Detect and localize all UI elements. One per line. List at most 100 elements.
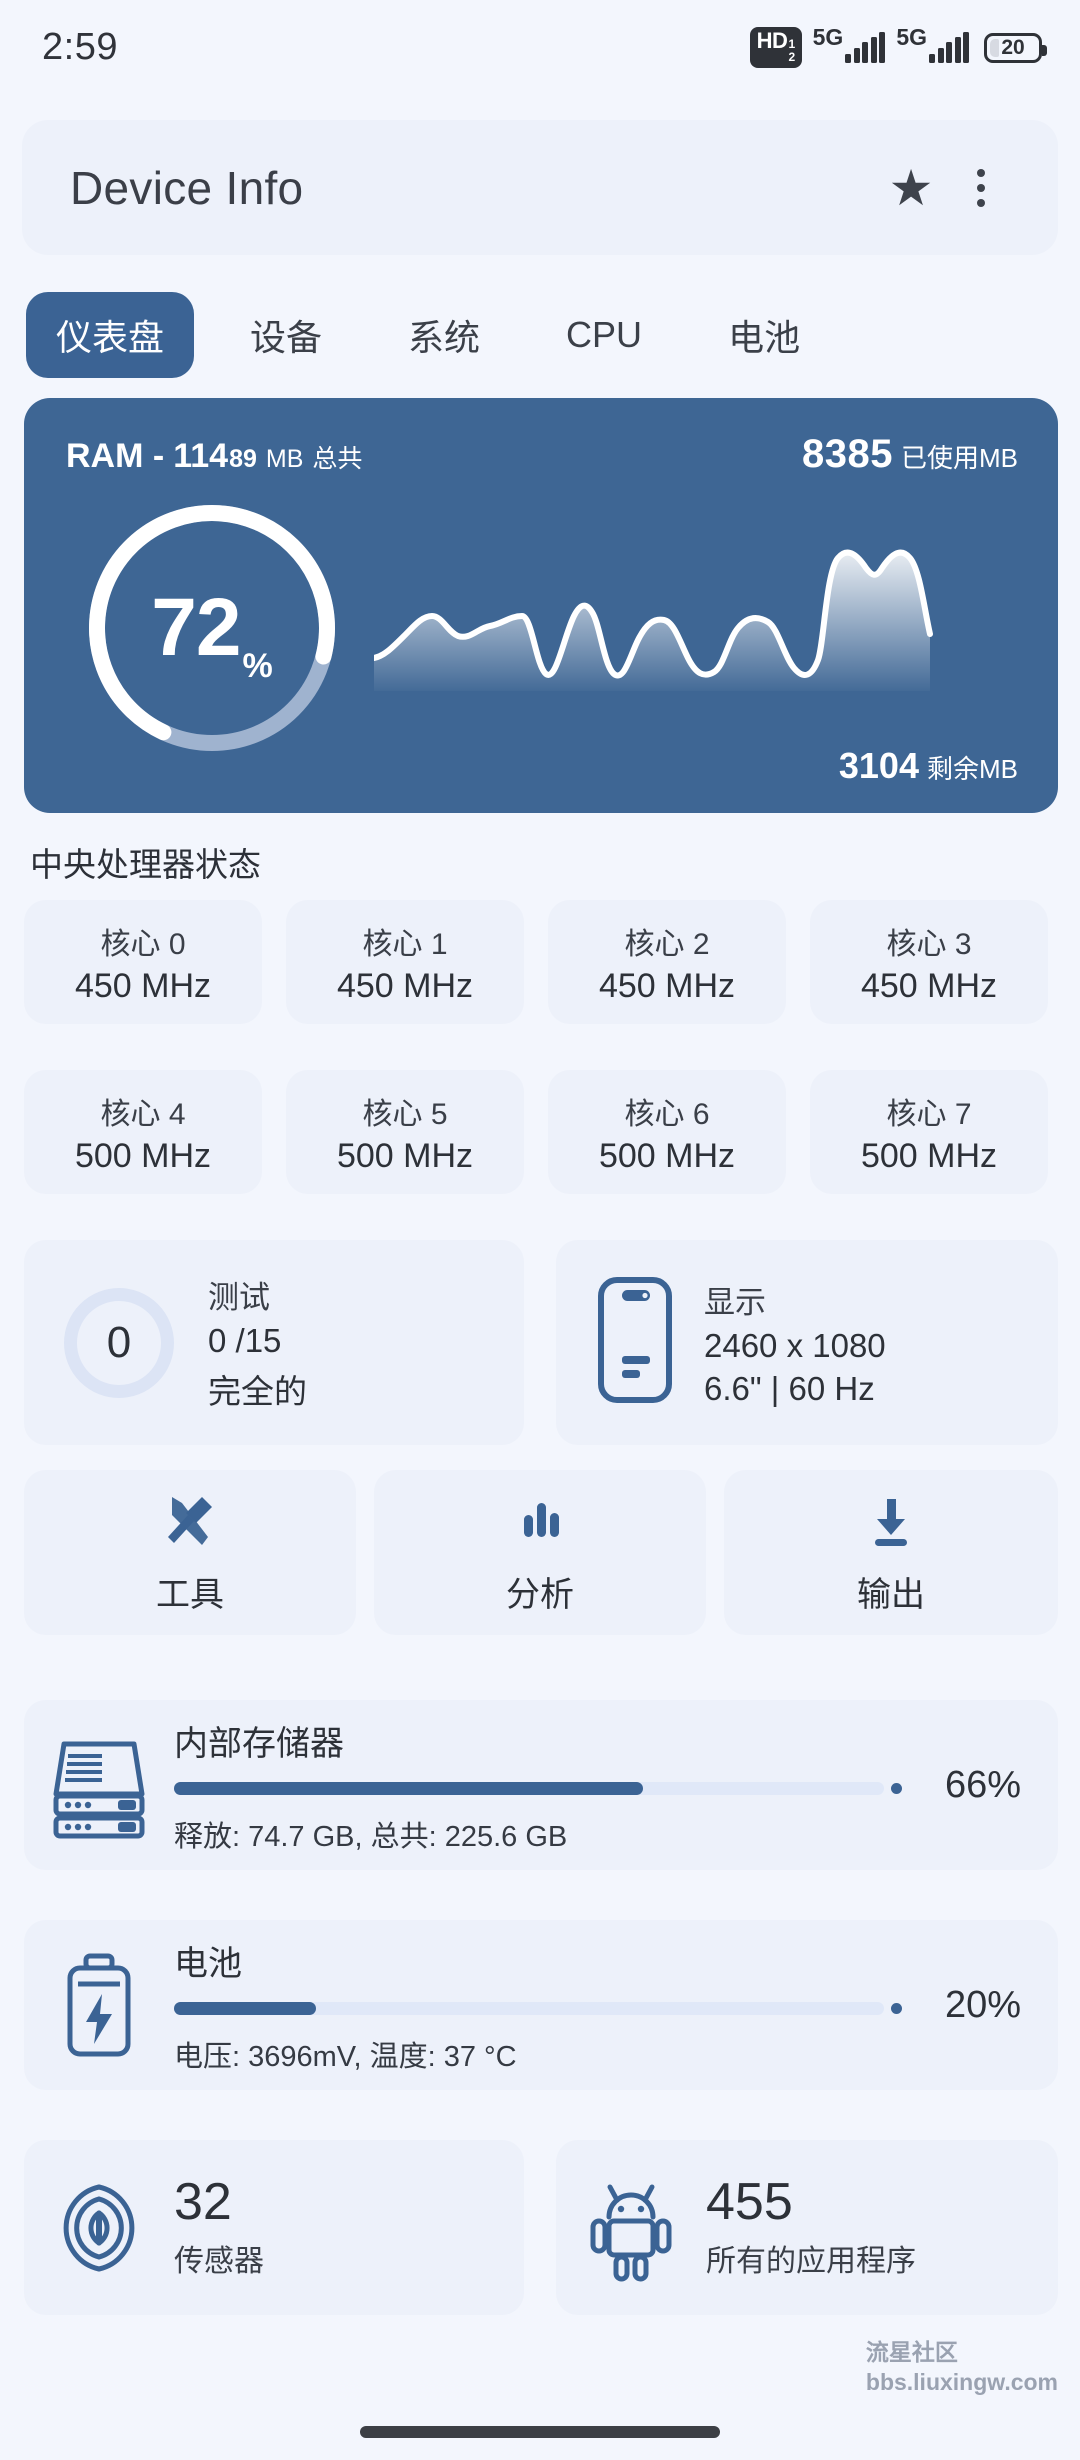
apps-text: 455 所有的应用程序 <box>706 2175 916 2280</box>
app-bar: Device Info ★ <box>22 120 1058 255</box>
sensors-label: 传感器 <box>174 2244 264 2278</box>
core-card-0[interactable]: 核心 0 450 MHz <box>24 900 262 1024</box>
status-clock: 2:59 <box>42 26 118 68</box>
tab-device[interactable]: 设备 <box>220 292 352 378</box>
battery-progress[interactable] <box>174 1999 902 2019</box>
home-gesture-pill[interactable] <box>360 2426 720 2438</box>
core-card-6[interactable]: 核心 6 500 MHz <box>548 1070 786 1194</box>
internal-storage-card[interactable]: 内部存储器 释放: 74.7 GB, 总共: 225.6 GB 66% <box>24 1700 1058 1870</box>
core-freq: 450 MHz <box>598 966 736 1005</box>
ram-card-header: RAM - 114 89 MB 总共 8385 已使用MB <box>66 432 1018 477</box>
analysis-button[interactable]: 分析 <box>374 1470 706 1635</box>
core-freq: 450 MHz <box>860 966 998 1005</box>
core-name: 核心 2 <box>624 927 710 961</box>
star-icon[interactable]: ★ <box>876 153 946 223</box>
status-bar: 2:59 HD 1 2 5G 5G 20 <box>0 0 1080 95</box>
analysis-label: 分析 <box>506 1576 574 1614</box>
ram-free-label: 剩余MB <box>926 754 1018 784</box>
sensors-text: 32 传感器 <box>174 2175 264 2280</box>
battery-percent: 20% <box>944 1983 1022 2026</box>
ram-free: 3104 剩余MB <box>839 745 1018 787</box>
tab-system[interactable]: 系统 <box>378 292 510 378</box>
ram-gauge: 72 % <box>82 498 342 758</box>
battery-card[interactable]: 电池 电压: 3696mV, 温度: 37 °C 20% <box>24 1920 1058 2090</box>
tools-button[interactable]: 工具 <box>24 1470 356 1635</box>
tools-icon <box>168 1497 212 1545</box>
hd-voice-icon: HD 1 2 <box>749 27 802 68</box>
battery-detail: 电压: 3696mV, 温度: 37 °C <box>174 2040 517 2073</box>
core-card-7[interactable]: 核心 7 500 MHz <box>810 1070 1048 1194</box>
tab-cpu[interactable]: CPU <box>536 292 672 378</box>
tab-battery[interactable]: 电池 <box>698 292 830 378</box>
sensors-count: 32 <box>174 2173 232 2232</box>
test-card[interactable]: 0 测试 0 /15 完全的 <box>24 1240 524 1445</box>
display-card-text: 显示 2460 x 1080 6.6" | 60 Hz <box>704 1277 886 1408</box>
core-name: 核心 3 <box>886 927 972 961</box>
network-type-2: 5G <box>896 23 927 50</box>
page-title: Device Info <box>70 161 304 214</box>
ram-total-unit: MB <box>265 445 304 473</box>
apps-card[interactable]: 455 所有的应用程序 <box>556 2140 1058 2315</box>
core-card-4[interactable]: 核心 4 500 MHz <box>24 1070 262 1194</box>
ram-total-label: 总共 <box>312 445 363 473</box>
core-name: 核心 7 <box>886 1097 972 1131</box>
app-screen: 2:59 HD 1 2 5G 5G 20 Device Info ★ 仪表盘 设… <box>0 0 1080 2460</box>
core-freq: 500 MHz <box>598 1136 736 1175</box>
export-button[interactable]: 输出 <box>724 1470 1058 1635</box>
storage-progress-dot <box>891 1783 902 1794</box>
storage-detail: 释放: 74.7 GB, 总共: 225.6 GB <box>174 1820 568 1853</box>
signal-bars-2 <box>929 31 969 63</box>
core-freq: 450 MHz <box>74 966 212 1005</box>
storage-progress[interactable] <box>174 1779 902 1799</box>
core-card-3[interactable]: 核心 3 450 MHz <box>810 900 1048 1024</box>
core-freq: 500 MHz <box>336 1136 474 1175</box>
overflow-menu-icon[interactable] <box>946 153 1016 223</box>
signal-bars-1 <box>845 31 886 63</box>
network-type-1: 5G <box>812 23 844 50</box>
core-freq: 450 MHz <box>336 966 474 1005</box>
ram-prefix: RAM - <box>66 437 165 475</box>
storage-icon <box>24 1730 174 1840</box>
ram-total: RAM - 114 89 MB 总共 <box>66 437 362 476</box>
ram-percent-symbol: % <box>242 647 273 685</box>
test-ring-value: 0 <box>106 1317 132 1367</box>
core-name: 核心 1 <box>362 927 448 961</box>
core-name: 核心 0 <box>100 927 186 961</box>
ram-free-value: 3104 <box>838 745 919 786</box>
sensor-icon <box>24 2173 174 2283</box>
ram-used: 8385 已使用MB <box>802 432 1018 477</box>
battery-status-icon: 20 <box>984 32 1047 63</box>
test-card-text: 测试 0 /15 完全的 <box>208 1272 307 1413</box>
storage-percent: 66% <box>944 1763 1022 1806</box>
system-nav-bar[interactable] <box>0 2426 1080 2438</box>
ram-percent-value: 72 <box>151 582 241 673</box>
apps-label: 所有的应用程序 <box>706 2244 916 2278</box>
ram-history-chart <box>371 516 1034 726</box>
signal-sim2: 5G <box>896 25 969 63</box>
cpu-section-title: 中央处理器状态 <box>30 846 261 883</box>
tab-bar: 仪表盘 设备 系统 CPU 电池 <box>26 292 1056 378</box>
tab-dashboard[interactable]: 仪表盘 <box>26 292 195 378</box>
core-card-1[interactable]: 核心 1 450 MHz <box>286 900 524 1024</box>
download-icon <box>875 1499 907 1546</box>
sensors-card[interactable]: 32 传感器 <box>24 2140 524 2315</box>
battery-progress-dot <box>891 2003 902 2014</box>
watermark-line1: 流星社区 <box>865 2339 958 2366</box>
storage-title: 内部存储器 <box>174 1724 344 1763</box>
ram-total-minor: 89 <box>229 445 257 473</box>
tools-label: 工具 <box>156 1576 224 1614</box>
ram-card[interactable]: RAM - 114 89 MB 总共 8385 已使用MB 72 % 3104 … <box>24 398 1058 813</box>
test-progress-ring: 0 <box>64 1287 174 1398</box>
core-freq: 500 MHz <box>860 1136 998 1175</box>
display-card[interactable]: 显示 2460 x 1080 6.6" | 60 Hz <box>556 1240 1058 1445</box>
test-title: 测试 <box>208 1280 270 1315</box>
signal-sim1: 5G <box>813 25 886 63</box>
core-card-5[interactable]: 核心 5 500 MHz <box>286 1070 524 1194</box>
display-resolution: 2460 x 1080 <box>704 1327 886 1364</box>
core-freq: 500 MHz <box>74 1136 212 1175</box>
ram-used-value: 8385 <box>802 432 893 476</box>
test-status: 完全的 <box>208 1373 307 1410</box>
test-count: 0 /15 <box>208 1322 282 1359</box>
battery-status-level: 20 <box>1001 35 1025 59</box>
core-card-2[interactable]: 核心 2 450 MHz <box>548 900 786 1024</box>
